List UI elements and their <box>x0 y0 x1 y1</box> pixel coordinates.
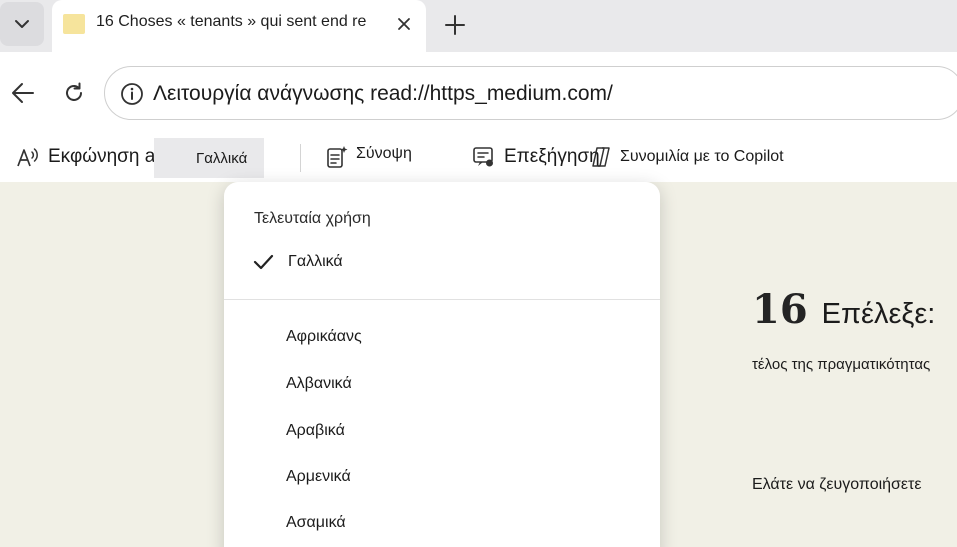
read-aloud-label: Εκφώνηση ab <box>48 146 166 167</box>
plus-icon <box>445 15 465 35</box>
read-aloud-icon <box>17 148 38 167</box>
language-option[interactable]: Αραβικά <box>286 422 345 440</box>
page-favicon-icon <box>63 14 85 34</box>
new-tab-button[interactable] <box>440 10 470 40</box>
explain-icon <box>473 147 493 167</box>
copilot-chat-button[interactable]: Συνομιλία με το Copilot <box>590 132 784 182</box>
checkmark-icon <box>253 254 274 270</box>
article-heading-text: Επέλεξε: <box>821 298 936 330</box>
close-tab-button[interactable] <box>392 12 416 36</box>
summary-label: Σύνοψη <box>356 145 412 162</box>
back-button[interactable] <box>6 76 40 110</box>
address-bar[interactable]: Λειτουργία ανάγνωσης read://https_medium… <box>104 66 957 120</box>
tab-strip: 16 Choses « tenants » qui sent end re <box>0 0 957 52</box>
article-text-line: Ελάτε να ζευγοποιήσετε <box>752 476 922 493</box>
copilot-icon <box>592 147 610 167</box>
menu-divider <box>224 299 660 300</box>
language-option[interactable]: Αρμενικά <box>286 468 351 486</box>
tab-actions-button[interactable] <box>0 2 44 46</box>
toolbar-divider <box>300 144 301 172</box>
reload-button[interactable] <box>57 76 91 110</box>
language-option[interactable]: Αφρικάανς <box>286 328 362 346</box>
recently-used-header: Τελευταία χρήση <box>254 210 371 227</box>
copilot-label: Συνομιλία με το Copilot <box>620 148 784 165</box>
language-option-selected[interactable]: Γαλλικά <box>252 252 343 272</box>
url-text: Λειτουργία ανάγνωσης read://https_medium… <box>153 82 613 105</box>
explain-label: Επεξήγηση <box>504 146 600 167</box>
summary-button[interactable]: Σύνοψη <box>326 132 412 182</box>
article-text-line: τέλος της πραγματικότητας <box>752 356 931 373</box>
language-option[interactable]: Ασαμικά <box>286 514 346 532</box>
navigation-bar: Λειτουργία ανάγνωσης read://https_medium… <box>0 52 957 132</box>
article-heading: 16 Επέλεξε: <box>752 286 935 333</box>
arrow-left-icon <box>12 83 34 103</box>
explain-button[interactable]: Επεξήγηση <box>472 132 600 182</box>
language-select[interactable]: Γαλλικά <box>154 138 264 178</box>
reader-toolbar: Εκφώνηση ab Γαλλικά Σύνοψη Επεξήγηση Συν… <box>0 132 957 182</box>
language-option-label: Γαλλικά <box>288 253 343 270</box>
chevron-down-icon <box>15 20 29 28</box>
tab-title: 16 Choses « tenants » qui sent end re <box>96 13 366 30</box>
language-option[interactable]: Αλβανικά <box>286 375 352 393</box>
site-info-icon[interactable] <box>119 81 145 107</box>
read-aloud-button[interactable]: Εκφώνηση ab <box>16 132 166 182</box>
article-number: 16 <box>752 286 808 333</box>
summary-icon <box>327 146 348 168</box>
refresh-icon <box>66 82 82 101</box>
browser-tab[interactable]: 16 Choses « tenants » qui sent end re <box>52 0 426 52</box>
language-dropdown: Τελευταία χρήση Γαλλικά Αφρικάανς Αλβανι… <box>224 182 660 547</box>
close-icon <box>398 18 410 30</box>
